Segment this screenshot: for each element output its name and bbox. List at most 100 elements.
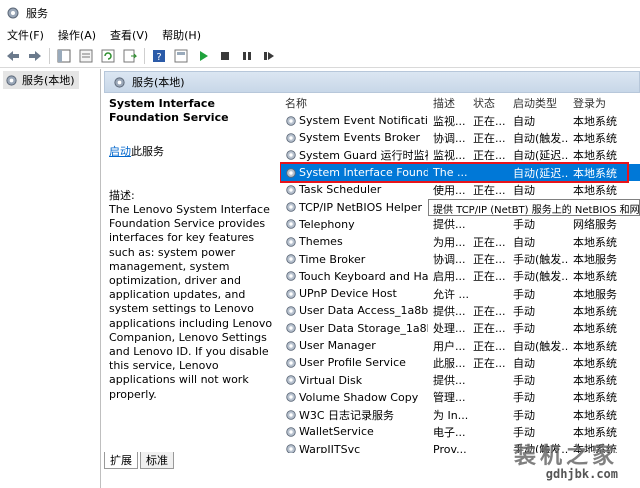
cell-logon: 本地系统 bbox=[573, 339, 617, 353]
service-name: Task Scheduler bbox=[299, 183, 382, 197]
cell-type: 自动 bbox=[513, 183, 535, 197]
main-panel: 服务(本地) System Interface Foundation Servi… bbox=[104, 69, 640, 488]
forward-arrow-icon[interactable] bbox=[26, 47, 44, 65]
table-row[interactable]: Time Broker 协调... 正在... 手动(触发... 本地服务 bbox=[280, 250, 640, 267]
menu-bar: 文件(F) 操作(A) 查看(V) 帮助(H) bbox=[0, 26, 640, 44]
properties-icon[interactable] bbox=[77, 47, 95, 65]
stop-icon[interactable] bbox=[216, 47, 234, 65]
cell-name: User Data Storage_1a8b... bbox=[280, 322, 428, 335]
services-list[interactable]: 名称 描述 状态 启动类型 登录为 System Event Notificat… bbox=[280, 95, 640, 453]
cell-logon: 本地系统 bbox=[573, 131, 617, 145]
help-icon[interactable]: ? bbox=[150, 47, 168, 65]
cell-name: System Event Notification... bbox=[280, 114, 428, 127]
service-name: WalletService bbox=[299, 425, 374, 439]
cell-type: 自动(触发... bbox=[513, 131, 568, 145]
cell-logon: 本地系统 bbox=[573, 235, 617, 249]
service-title: System Interface Foundation Service bbox=[109, 97, 229, 124]
table-row[interactable]: System Interface Foundat... The ... 自动(延迟.… bbox=[280, 161, 640, 183]
table-row[interactable]: Themes 为用... 正在... 自动 本地系统 bbox=[280, 233, 640, 250]
table-row[interactable]: Volume Shadow Copy 管理... 手动 本地系统 bbox=[280, 389, 640, 406]
tab-standard[interactable]: 标准 bbox=[140, 452, 174, 469]
menu-action[interactable]: 操作(A) bbox=[58, 27, 96, 43]
cell-logon: 本地系统 bbox=[573, 408, 617, 422]
service-gear-icon bbox=[286, 219, 296, 230]
service-name: Touch Keyboard and Ha... bbox=[299, 269, 428, 283]
cell-type: 手动 bbox=[513, 391, 535, 405]
cell-desc: 电子... bbox=[433, 425, 466, 439]
cell-desc: 用户... bbox=[433, 339, 466, 353]
cell-desc: 提供... bbox=[433, 304, 466, 318]
service-gear-icon bbox=[286, 271, 296, 282]
column-startup-type[interactable]: 启动类型 bbox=[508, 95, 568, 111]
export-list-icon[interactable] bbox=[121, 47, 139, 65]
services-gear-icon bbox=[6, 74, 17, 86]
table-row[interactable]: System Events Broker 协调... 正在... 自动(触发... 本地… bbox=[280, 129, 640, 146]
service-name: TCP/IP NetBIOS Helper bbox=[299, 200, 423, 214]
cell-name: WalletService bbox=[280, 425, 428, 438]
cell-logon: 本地系统 bbox=[573, 183, 617, 197]
start-service-link[interactable]: 启动 bbox=[109, 145, 131, 158]
list-header: 名称 描述 状态 启动类型 登录为 bbox=[280, 95, 640, 111]
service-details: System Interface Foundation Service 启动此服… bbox=[109, 97, 274, 402]
pause-icon[interactable] bbox=[238, 47, 256, 65]
cell-logon: 本地系统 bbox=[573, 391, 617, 405]
column-description[interactable]: 描述 bbox=[428, 95, 468, 111]
table-row[interactable]: User Data Access_1a8b85a 提供... 正在... 手动 本地系统 bbox=[280, 302, 640, 319]
menu-view[interactable]: 查看(V) bbox=[110, 27, 148, 43]
service-gear-icon bbox=[286, 167, 296, 178]
cell-status: 正在... bbox=[473, 183, 506, 197]
console-icon[interactable] bbox=[172, 47, 190, 65]
cell-type: 自动 bbox=[513, 356, 535, 370]
cell-desc: 为用... bbox=[433, 235, 466, 249]
service-name: User Manager bbox=[299, 339, 376, 352]
table-row[interactable]: Telephony 提供... 手动 网络服务 bbox=[280, 216, 640, 233]
cell-name: System Events Broker bbox=[280, 131, 428, 144]
cell-status: 正在... bbox=[473, 131, 506, 145]
cell-desc: 协调... bbox=[433, 131, 466, 145]
table-row[interactable]: Task Scheduler 使用... 正在... 自动 本地系统 bbox=[280, 181, 640, 198]
menu-help[interactable]: 帮助(H) bbox=[162, 27, 201, 43]
table-row[interactable]: System Event Notification... 监视... 正在... 自动… bbox=[280, 112, 640, 129]
cell-desc: 监视... bbox=[433, 149, 466, 163]
table-row[interactable]: Virtual Disk 提供... 手动 本地系统 bbox=[280, 371, 640, 388]
cell-desc: 处理... bbox=[433, 322, 466, 336]
cell-desc: 使用... bbox=[433, 183, 466, 197]
table-row[interactable]: W3C 日志记录服务 为 In... 手动 本地系统 bbox=[280, 406, 640, 423]
cell-status: 正在... bbox=[473, 149, 506, 163]
table-row[interactable]: User Manager 用户... 正在... 自动(触发... 本地系统 bbox=[280, 337, 640, 354]
cell-type: 自动(延迟... bbox=[513, 149, 568, 163]
start-line: 启动此服务 bbox=[109, 143, 274, 159]
tree-item-services-local[interactable]: 服务(本地) bbox=[3, 71, 79, 89]
cell-status: 正在... bbox=[473, 270, 506, 284]
show-hide-tree-icon[interactable] bbox=[55, 47, 73, 65]
cell-type: 自动 bbox=[513, 114, 535, 128]
table-row[interactable]: System Guard 运行时监视... 监视... 正在... 自动(延迟... 本… bbox=[280, 147, 640, 164]
table-row[interactable]: User Profile Service 此服... 正在... 自动 本地系统 bbox=[280, 354, 640, 371]
service-name: System Event Notification... bbox=[299, 114, 428, 128]
menu-file[interactable]: 文件(F) bbox=[7, 27, 44, 43]
column-name[interactable]: 名称 bbox=[280, 95, 428, 111]
service-name: User Profile Service bbox=[299, 356, 406, 370]
cell-desc: 启用... bbox=[433, 270, 466, 284]
tab-extended[interactable]: 扩展 bbox=[104, 452, 138, 469]
refresh-icon[interactable] bbox=[99, 47, 117, 65]
column-log-on-as[interactable]: 登录为 bbox=[568, 95, 640, 111]
restart-icon[interactable] bbox=[260, 47, 278, 65]
service-name: Time Broker bbox=[299, 252, 366, 266]
start-suffix: 此服务 bbox=[131, 145, 164, 158]
cell-name: Telephony bbox=[280, 218, 428, 231]
table-row[interactable]: User Data Storage_1a8b... 处理... 正在... 手动 本地系… bbox=[280, 320, 640, 337]
back-arrow-icon[interactable] bbox=[4, 47, 22, 65]
cell-type: 自动(延迟... bbox=[513, 166, 568, 180]
table-row[interactable]: UPnP Device Host 允许 ... 手动 本地服务 bbox=[280, 285, 640, 302]
play-icon[interactable] bbox=[194, 47, 212, 65]
cell-status: 正在... bbox=[473, 304, 506, 318]
cell-desc: 管理... bbox=[433, 391, 466, 405]
table-row[interactable]: Touch Keyboard and Ha... 启用... 正在... 手动(触发.… bbox=[280, 268, 640, 285]
cell-logon: 本地系统 bbox=[573, 270, 617, 284]
cell-logon: 本地系统 bbox=[573, 149, 617, 163]
cell-logon: 本地系统 bbox=[573, 304, 617, 318]
column-status[interactable]: 状态 bbox=[468, 95, 508, 111]
service-gear-icon bbox=[286, 202, 296, 212]
cell-type: 手动 bbox=[513, 287, 535, 301]
